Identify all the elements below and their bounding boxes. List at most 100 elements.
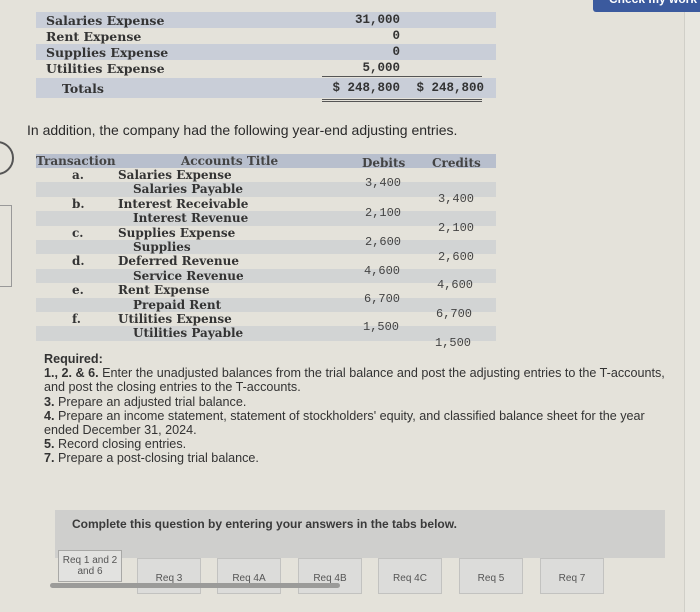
account-name: Supplies Expense: [46, 45, 169, 60]
nav-circle-icon[interactable]: [0, 141, 14, 175]
debit-value: 0: [392, 29, 400, 43]
adjusting-entries-table: Transaction Accounts Title Debits Credit…: [36, 154, 496, 341]
table-row: Salaries Payable: [36, 182, 496, 197]
header-account-title: Accounts Title: [181, 154, 279, 168]
item-number: 7.: [44, 451, 55, 466]
table-header: Transaction Accounts Title Debits Credit…: [36, 154, 496, 170]
tab-label: Req 4C: [393, 573, 427, 584]
tab-req-1-2-6[interactable]: Req 1 and 2 and 6: [58, 550, 122, 582]
table-row: Interest Revenue: [36, 211, 496, 226]
item-number: 3.: [44, 394, 55, 409]
debit-amount: 2,100: [365, 206, 402, 220]
item-text: Prepare an income statement, statement o…: [44, 408, 645, 438]
table-row: e. Rent Expense: [36, 283, 496, 297]
required-section: Required: 1., 2. & 6. Enter the unadjust…: [44, 352, 674, 466]
account-title: Service Revenue: [133, 268, 244, 283]
table-row: d. Deferred Revenue: [36, 254, 496, 268]
account-title: Utilities Expense: [118, 311, 232, 326]
transaction-letter: f.: [72, 311, 81, 326]
required-heading: Required:: [44, 352, 103, 366]
account-title: Salaries Expense: [118, 168, 232, 182]
item-text: Enter the unadjusted balances from the t…: [44, 366, 665, 395]
total-rule: [322, 76, 482, 77]
credit-amount: 2,100: [438, 221, 475, 235]
tab-req-7[interactable]: Req 7: [540, 558, 604, 594]
totals-label: Totals: [62, 81, 104, 96]
table-row: Utilities Payable: [36, 326, 496, 341]
table-row: Service Revenue: [36, 268, 496, 284]
account-title: Utilities Payable: [133, 326, 244, 341]
header-transaction: Transaction: [36, 154, 116, 168]
debit-amount: 3,400: [365, 176, 402, 190]
account-name: Rent Expense: [46, 29, 142, 44]
trial-balance-table: Salaries Expense 31,000 Rent Expense 0 S…: [36, 12, 496, 102]
item-number: 1., 2. & 6.: [44, 366, 99, 381]
credit-amount: 3,400: [438, 192, 475, 206]
transaction-letter: e.: [72, 283, 84, 298]
transaction-letter: a.: [72, 168, 84, 182]
transaction-letter: c.: [72, 225, 84, 240]
table-row: a. Salaries Expense: [36, 168, 496, 182]
tab-label: Req 7: [558, 573, 586, 584]
table-row: Supplies: [36, 239, 496, 255]
account-title: Deferred Revenue: [118, 254, 239, 269]
table-row: Prepaid Rent: [36, 297, 496, 312]
required-item: 4. Prepare an income statement, statemen…: [44, 409, 674, 437]
table-row: Utilities Expense 5,000: [36, 60, 496, 76]
credit-amount: 1,500: [435, 336, 472, 350]
required-item: 5. Record closing entries.: [44, 437, 674, 451]
totals-row: Totals $ 248,800 $ 248,800: [36, 76, 496, 102]
double-rule: [322, 99, 482, 102]
debit-amount: 4,600: [364, 264, 401, 278]
required-item: 7. Prepare a post-closing trial balance.: [44, 451, 674, 465]
account-name: Salaries Expense: [46, 13, 165, 28]
account-title: Prepaid Rent: [133, 297, 222, 312]
tab-req-4c[interactable]: Req 4C: [378, 558, 442, 594]
item-text: Record closing entries.: [54, 437, 187, 452]
check-my-work-button[interactable]: Check my work: [593, 0, 700, 12]
tab-req-3[interactable]: Req 3: [137, 558, 201, 594]
total-debit: $ 248,800: [332, 81, 400, 95]
tab-label: Req 1 and 2 and 6: [62, 555, 118, 577]
transaction-letter: d.: [72, 254, 85, 269]
table-row: f. Utilities Expense: [36, 312, 496, 326]
required-item: 1., 2. & 6. Enter the unadjusted balance…: [44, 366, 674, 394]
debit-value: 0: [392, 45, 400, 59]
page-right-edge: [684, 0, 700, 612]
credit-amount: 6,700: [436, 307, 473, 321]
tab-label: Req 5: [477, 573, 505, 584]
table-row: Rent Expense 0: [36, 28, 496, 44]
account-title: Interest Revenue: [133, 211, 249, 226]
debit-value: 5,000: [362, 61, 400, 75]
credit-amount: 2,600: [438, 250, 475, 264]
table-row: Supplies Expense 0: [36, 44, 496, 60]
table-row: c. Supplies Expense: [36, 226, 496, 240]
debit-amount: 1,500: [363, 320, 400, 334]
side-panel-edge: [0, 205, 12, 287]
item-text: Prepare a post-closing trial balance.: [54, 451, 259, 466]
account-title: Interest Receivable: [118, 196, 249, 211]
item-number: 4.: [44, 408, 55, 423]
account-title: Supplies: [133, 239, 191, 254]
intro-text: In addition, the company had the followi…: [27, 122, 458, 138]
account-title: Salaries Payable: [133, 182, 244, 197]
account-title: Supplies Expense: [118, 225, 236, 240]
item-text: Prepare an adjusted trial balance.: [54, 394, 247, 409]
total-credit: $ 248,800: [416, 81, 484, 95]
tab-req-4a[interactable]: Req 4A: [217, 558, 281, 594]
account-title: Rent Expense: [118, 283, 210, 298]
debit-amount: 2,600: [365, 235, 402, 249]
instruction-text: Complete this question by entering your …: [72, 517, 457, 531]
tab-req-4b[interactable]: Req 4B: [298, 558, 362, 594]
table-row: b. Interest Receivable: [36, 197, 496, 211]
transaction-letter: b.: [72, 196, 85, 211]
credit-amount: 4,600: [437, 278, 474, 292]
debit-amount: 6,700: [364, 292, 401, 306]
horizontal-scrollbar[interactable]: [50, 583, 340, 588]
debit-value: 31,000: [354, 13, 400, 27]
tab-req-5[interactable]: Req 5: [459, 558, 523, 594]
account-name: Utilities Expense: [46, 61, 165, 76]
table-row: Salaries Expense 31,000: [36, 12, 496, 28]
required-item: 3. Prepare an adjusted trial balance.: [44, 395, 674, 409]
item-number: 5.: [44, 437, 55, 452]
